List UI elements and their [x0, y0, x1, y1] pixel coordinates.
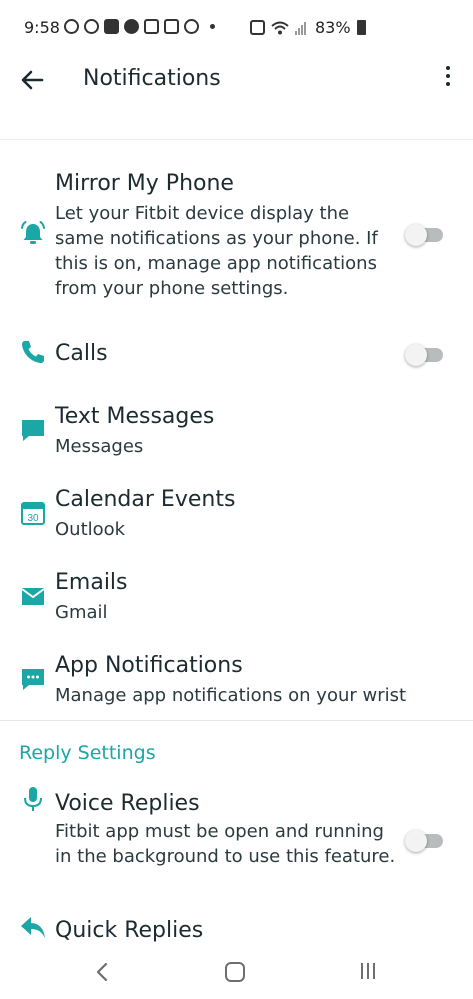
- calendar-events-row[interactable]: 30 Calendar Events Outlook: [0, 481, 473, 551]
- battery-icon: [356, 20, 366, 35]
- nav-home-icon[interactable]: [225, 962, 245, 982]
- phone-icon: [22, 341, 44, 363]
- more-notifications-dot-icon: [210, 24, 215, 29]
- app-notifications-title: App Notifications: [55, 653, 243, 678]
- mail-icon: [21, 588, 45, 605]
- more-options-icon[interactable]: [436, 66, 460, 94]
- reply-icon: [21, 917, 45, 938]
- calls-row[interactable]: Calls: [0, 330, 473, 380]
- quick-replies-title: Quick Replies: [55, 918, 204, 943]
- missed-call-icon: [164, 19, 179, 34]
- alarm-icon: [250, 20, 265, 35]
- text-messages-title: Text Messages: [55, 404, 215, 429]
- microphone-icon: [24, 787, 42, 811]
- app-bar: Notifications: [0, 56, 473, 140]
- app-notification-icon: [22, 669, 44, 690]
- mirror-my-phone-toggle[interactable]: [405, 224, 443, 246]
- battery-percentage: 83%: [315, 18, 351, 37]
- threads-icon: [84, 19, 99, 34]
- mirror-my-phone-title: Mirror My Phone: [55, 171, 234, 196]
- nav-recents-icon[interactable]: [358, 963, 378, 981]
- mirror-my-phone-row[interactable]: Mirror My Phone Let your Fitbit device d…: [0, 165, 473, 305]
- signal-icon: [295, 21, 309, 35]
- emails-app: Gmail: [55, 602, 108, 623]
- svg-text:30: 30: [27, 513, 39, 524]
- system-navigation-bar: [0, 950, 473, 999]
- bell-icon: [21, 221, 45, 244]
- calendar-events-title: Calendar Events: [55, 487, 236, 512]
- instagram-icon: [64, 19, 79, 34]
- message-icon: [22, 420, 44, 441]
- reply-settings-header: Reply Settings: [19, 742, 156, 764]
- section-divider: [0, 720, 473, 721]
- emails-row[interactable]: Emails Gmail: [0, 564, 473, 634]
- quick-replies-row[interactable]: Quick Replies: [0, 910, 473, 950]
- back-arrow-icon[interactable]: [16, 64, 48, 96]
- app-notifications-row[interactable]: App Notifications Manage app notificatio…: [0, 647, 473, 717]
- app-notifications-description: Manage app notifications on your wrist: [55, 685, 407, 706]
- text-messages-row[interactable]: Text Messages Messages: [0, 398, 473, 468]
- mail-notification-icon: [144, 19, 159, 34]
- notification-icons: [64, 19, 215, 34]
- voice-replies-row[interactable]: Voice Replies Fitbit app must be open an…: [0, 785, 473, 900]
- emails-title: Emails: [55, 570, 128, 595]
- calendar-events-app: Outlook: [55, 519, 126, 540]
- text-messages-app: Messages: [55, 436, 144, 457]
- voice-replies-description: Fitbit app must be open and running in t…: [55, 821, 396, 867]
- status-time: 9:58: [24, 18, 60, 37]
- system-icons: 83%: [250, 18, 366, 37]
- chat-icon: [124, 19, 139, 34]
- mirror-my-phone-description: Let your Fitbit device display the same …: [55, 203, 378, 299]
- nav-back-icon[interactable]: [94, 962, 110, 982]
- calls-toggle[interactable]: [405, 344, 443, 366]
- wifi-icon: [271, 21, 289, 34]
- link-icon: [184, 19, 199, 34]
- linkedin-icon: [104, 19, 119, 34]
- status-bar: 9:58 83%: [0, 0, 473, 56]
- page-title: Notifications: [83, 66, 221, 91]
- voice-replies-toggle[interactable]: [405, 830, 443, 852]
- voice-replies-title: Voice Replies: [55, 791, 200, 816]
- calendar-icon: 30: [21, 502, 45, 525]
- calls-title: Calls: [55, 341, 108, 366]
